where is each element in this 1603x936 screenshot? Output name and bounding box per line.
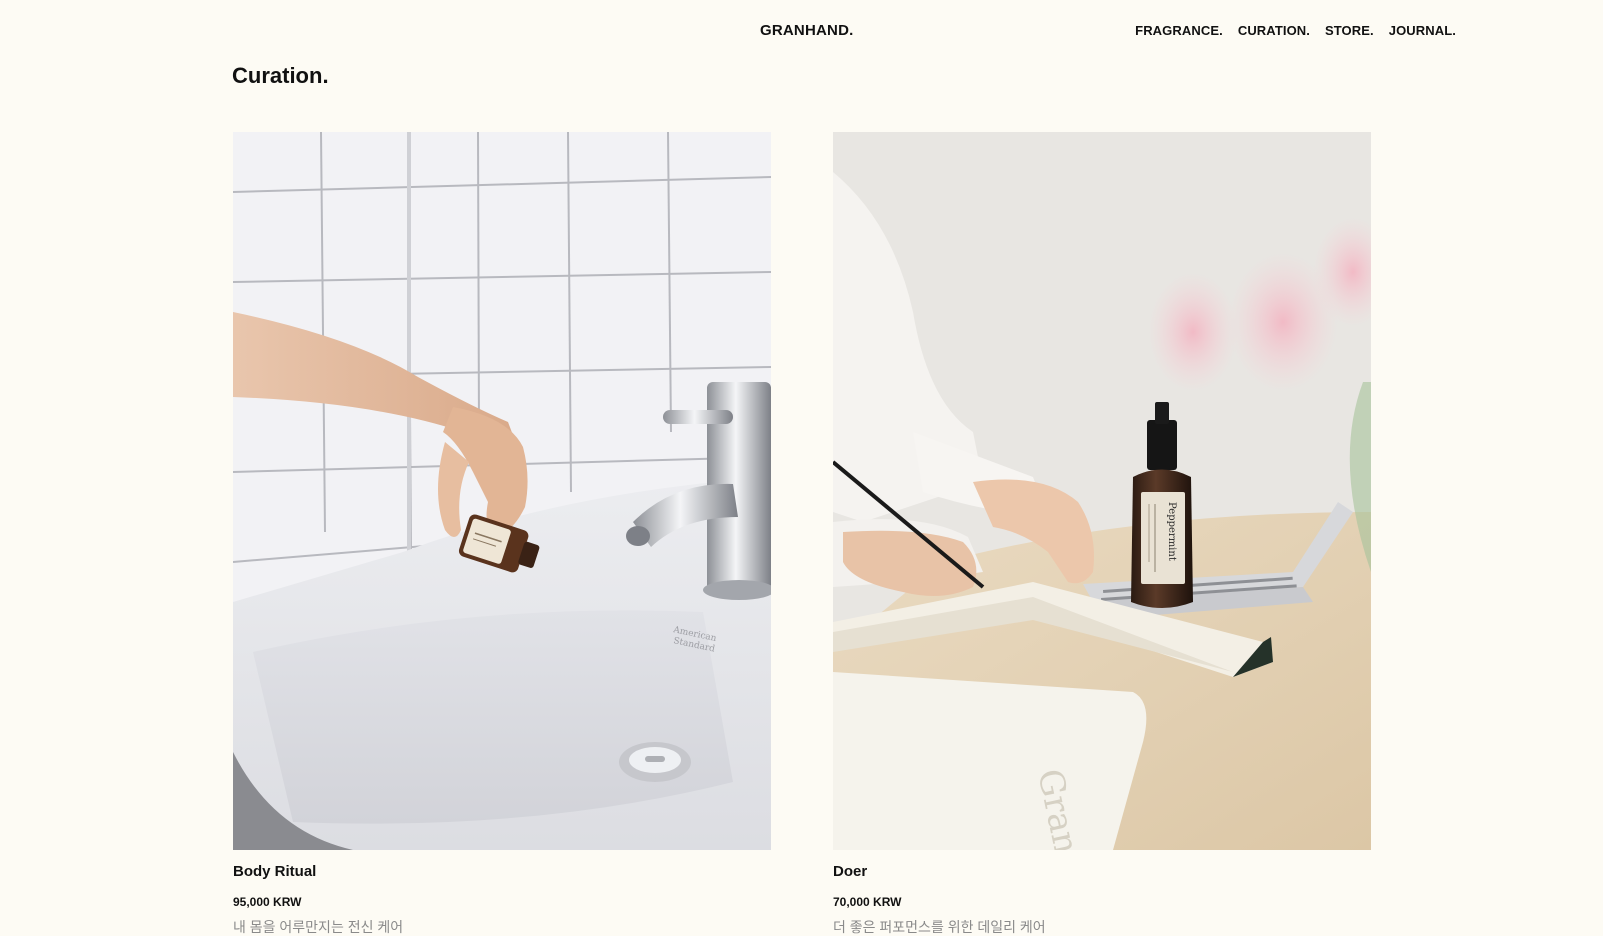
site-logo[interactable]: GRANHAND. xyxy=(760,22,853,39)
nav-store[interactable]: STORE. xyxy=(1325,23,1374,38)
page: GRANHAND. FRAGRANCE. CURATION. STORE. JO… xyxy=(0,0,1603,936)
product-image-body-ritual[interactable]: American Standard xyxy=(233,132,771,850)
product-card-body-ritual[interactable]: American Standard Body Ritual 95,000 KRW… xyxy=(233,132,771,935)
page-title: Curation. xyxy=(232,63,329,88)
product-image-doer[interactable]: Granhand Peppermint xyxy=(833,132,1371,850)
product-description: 더 좋은 퍼포먼스를 위한 데일리 케어 xyxy=(833,919,1046,935)
product-card-doer[interactable]: Granhand Peppermint Doer 70,000 KRW 더 좋은… xyxy=(833,132,1371,935)
product-name[interactable]: Body Ritual xyxy=(233,863,316,880)
product-name[interactable]: Doer xyxy=(833,863,867,880)
product-description: 내 몸을 어루만지는 전신 케어 xyxy=(233,919,404,935)
nav-fragrance[interactable]: FRAGRANCE. xyxy=(1135,23,1223,38)
main-nav: FRAGRANCE. CURATION. STORE. JOURNAL. xyxy=(1135,23,1456,38)
product-price: 70,000 KRW xyxy=(833,895,902,909)
nav-curation[interactable]: CURATION. xyxy=(1238,23,1310,38)
svg-text:Peppermint: Peppermint xyxy=(1166,502,1177,561)
nav-journal[interactable]: JOURNAL. xyxy=(1389,23,1456,38)
product-price: 95,000 KRW xyxy=(233,895,302,909)
